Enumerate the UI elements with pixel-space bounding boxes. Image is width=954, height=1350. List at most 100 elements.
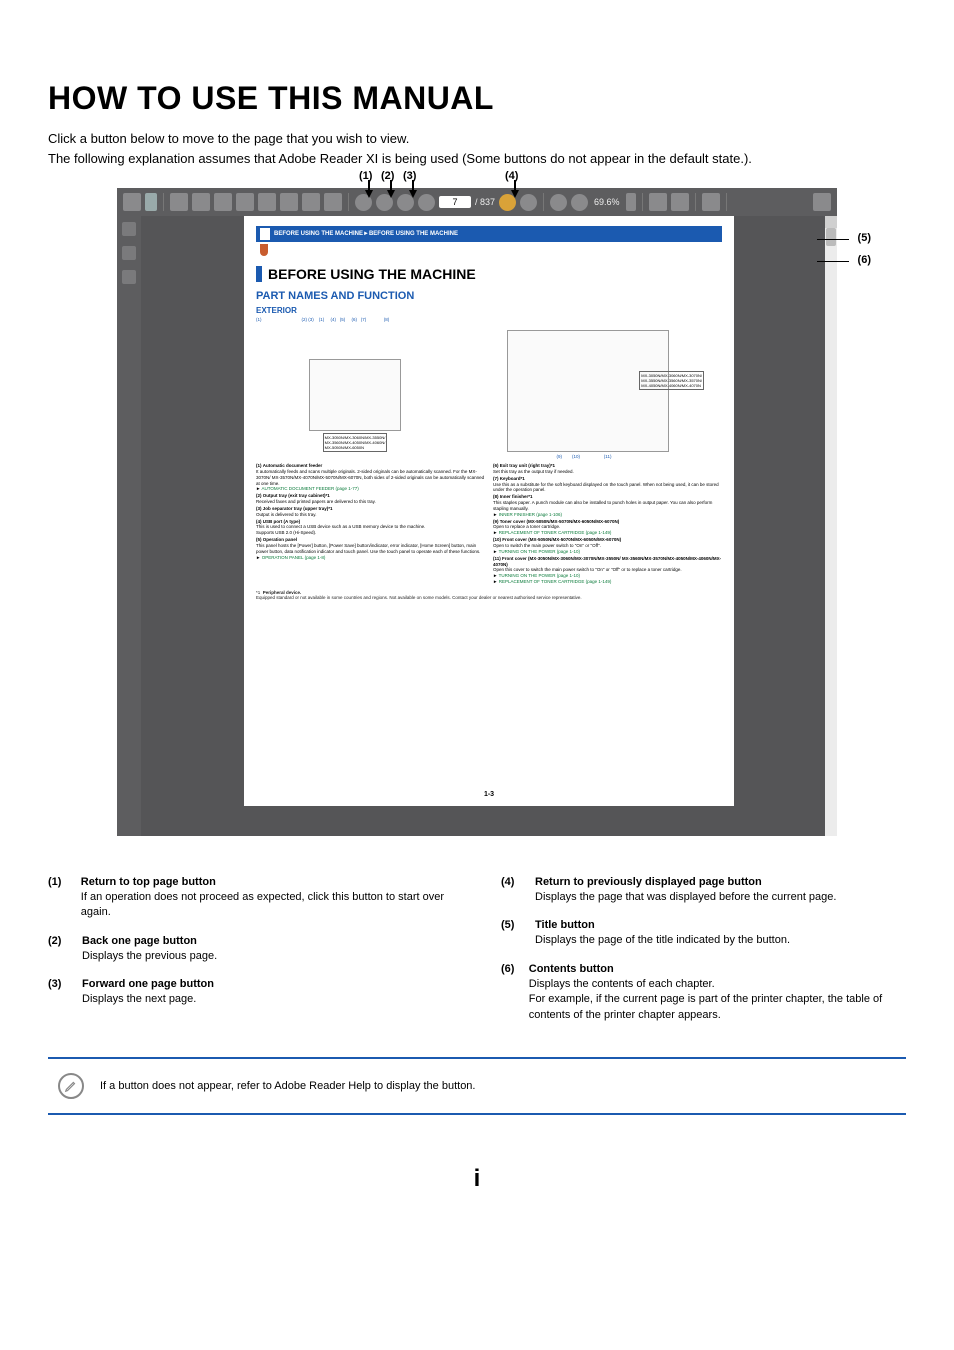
parts-link[interactable]: TURNING ON THE POWER (page 1-10) (499, 573, 580, 578)
separator (695, 193, 696, 211)
separator (642, 193, 643, 211)
note-text: If a button does not appear, refer to Ad… (100, 1080, 475, 1092)
pdf-canvas: BEFORE USING THE MACHINE►BEFORE USING TH… (141, 216, 837, 836)
page-number-input[interactable]: 7 (439, 196, 471, 208)
separator (348, 193, 349, 211)
parts-item: (5) Operation panelThis panel hosts the … (256, 537, 485, 560)
parts-link[interactable]: TURNING ON THE POWER (page 1-10) (499, 549, 580, 554)
callout-2: (2) (381, 170, 394, 182)
callout-3: (3) (403, 170, 416, 182)
page-title: HOW TO USE THIS MANUAL (48, 80, 906, 117)
intro-line-1: Click a button below to move to the page… (48, 129, 906, 149)
callout-4: (4) (505, 170, 518, 182)
annotations-icon[interactable] (702, 193, 720, 211)
legend-title: Back one page button (82, 935, 217, 947)
save-icon[interactable] (170, 193, 188, 211)
note-box: If a button does not appear, refer to Ad… (48, 1057, 906, 1115)
read-mode-icon[interactable] (649, 193, 667, 211)
title-button[interactable]: BEFORE USING THE MACHINE►BEFORE USING TH… (256, 226, 722, 242)
contents-button[interactable] (256, 242, 722, 258)
legend-desc: Displays the page of the title indicated… (535, 933, 790, 948)
legend-number: (3) (48, 978, 68, 1007)
doc-heading-3: EXTERIOR (256, 306, 722, 315)
parts-item: (1) Automatic document feederIt automati… (256, 463, 485, 492)
legend-title: Forward one page button (82, 978, 214, 990)
legend-number: (6) (501, 963, 515, 1023)
legend-col-left: (1) Return to top page button If an oper… (48, 876, 453, 1037)
pdf-viewer-figure: (1) (2) (3) (4) 7 / 83 (117, 188, 837, 836)
legend-item: (6) Contents button Displays the content… (501, 963, 906, 1023)
history-forward-button[interactable] (520, 194, 537, 211)
parts-item: (4) USB port (A type)This is used to con… (256, 519, 485, 537)
parts-item: (6) Exit tray unit (right tray)*1Set thi… (493, 463, 722, 475)
legend-desc: Displays the next page. (82, 992, 214, 1007)
export-icon[interactable] (236, 193, 254, 211)
last-page-button[interactable] (418, 194, 435, 211)
parts-link[interactable]: INNER FINISHER (page 1-106) (499, 512, 562, 517)
sign-icon[interactable] (813, 193, 831, 211)
legend-col-right: (4) Return to previously displayed page … (501, 876, 906, 1037)
thumbnails-icon[interactable] (122, 222, 136, 236)
parts-link[interactable]: REPLACEMENT OF TONER CARTRIDGE (page 1-1… (499, 530, 612, 535)
model-label-right: MX-3050N/MX-3060N/MX-3070N/ MX-3550N/MX-… (639, 371, 704, 390)
legend-desc: Displays the page that was displayed bef… (535, 890, 836, 905)
parts-item: (2) Output tray (exit tray cabinet)*1Rec… (256, 493, 485, 505)
separator (163, 193, 164, 211)
legend-title: Title button (535, 919, 790, 931)
intro-line-2: The following explanation assumes that A… (48, 149, 906, 169)
legend-item: (3) Forward one page button Displays the… (48, 978, 453, 1007)
mail-icon[interactable] (324, 193, 342, 211)
parts-item: (11) Front cover (MX-3050N/MX-3060N/MX-3… (493, 556, 722, 585)
manual-page: BEFORE USING THE MACHINE►BEFORE USING TH… (244, 216, 734, 806)
zoom-out-button[interactable] (550, 194, 567, 211)
parts-link[interactable]: REPLACEMENT OF TONER CARTRIDGE (page 1-1… (499, 579, 612, 584)
parts-link[interactable]: AUTOMATIC DOCUMENT FEEDER (page 1-77) (261, 486, 358, 491)
callout-6: (6) (858, 254, 871, 266)
machine-diagrams: MX-3050N/MX-3060N/MX-3550N/ MX-3560N/MX-… (256, 322, 722, 452)
attachments-icon[interactable] (122, 270, 136, 284)
open-icon[interactable] (123, 193, 141, 211)
pdf-toolbar: 7 / 837 69.6% (117, 188, 837, 216)
parts-item: (3) Job separator tray (upper tray)*1Out… (256, 506, 485, 518)
breadcrumb-text: BEFORE USING THE MACHINE►BEFORE USING TH… (274, 231, 458, 237)
print-icon[interactable] (192, 193, 210, 211)
doc-icon (260, 228, 270, 240)
page-total: / 837 (475, 197, 495, 207)
legend-item: (4) Return to previously displayed page … (501, 876, 906, 905)
pencil-icon (58, 1073, 84, 1099)
legend-number: (1) (48, 876, 67, 921)
button-legend: (1) Return to top page button If an oper… (48, 876, 906, 1037)
diag-num-left: (1) (256, 317, 262, 322)
parts-item: (9) Toner cover (MX-5050N/MX-5070N/MX-60… (493, 519, 722, 537)
legend-number: (4) (501, 876, 521, 905)
legend-item: (1) Return to top page button If an oper… (48, 876, 453, 921)
bookmark-icon (260, 244, 268, 256)
fit-page-icon[interactable] (671, 193, 689, 211)
separator (726, 193, 727, 211)
email-icon[interactable] (214, 193, 232, 211)
diag-num-right: (2) (3) (1) (4) (5) (6) (7) (8) (302, 317, 390, 322)
print2-icon[interactable] (302, 193, 320, 211)
cloud-icon[interactable] (258, 193, 276, 211)
create-icon[interactable] (145, 193, 157, 211)
parts-legend-left: (1) Automatic document feederIt automati… (256, 463, 485, 586)
parts-link[interactable]: OPERATION PANEL (page 1-8) (262, 555, 326, 560)
parts-item: (10) Front cover (MX-5050N/MX-5070N/MX-6… (493, 537, 722, 555)
zoom-dropdown-icon[interactable] (626, 193, 636, 211)
page-icon[interactable] (280, 193, 298, 211)
callout-5: (5) (858, 232, 871, 244)
doc-heading-1: BEFORE USING THE MACHINE (256, 266, 722, 282)
zoom-level[interactable]: 69.6% (592, 197, 622, 207)
bookmarks-icon[interactable] (122, 246, 136, 260)
separator (543, 193, 544, 211)
machine-illustration-left (309, 359, 401, 431)
zoom-in-button[interactable] (571, 194, 588, 211)
legend-number: (2) (48, 935, 68, 964)
arrow-3 (409, 190, 417, 198)
scrollbar-thumb[interactable] (826, 228, 836, 246)
legend-title: Return to previously displayed page butt… (535, 876, 836, 888)
pdf-viewer-body: BEFORE USING THE MACHINE►BEFORE USING TH… (117, 216, 837, 836)
legend-desc: If an operation does not proceed as expe… (81, 890, 453, 921)
legend-title: Return to top page button (81, 876, 453, 888)
vertical-scrollbar[interactable] (825, 216, 837, 836)
